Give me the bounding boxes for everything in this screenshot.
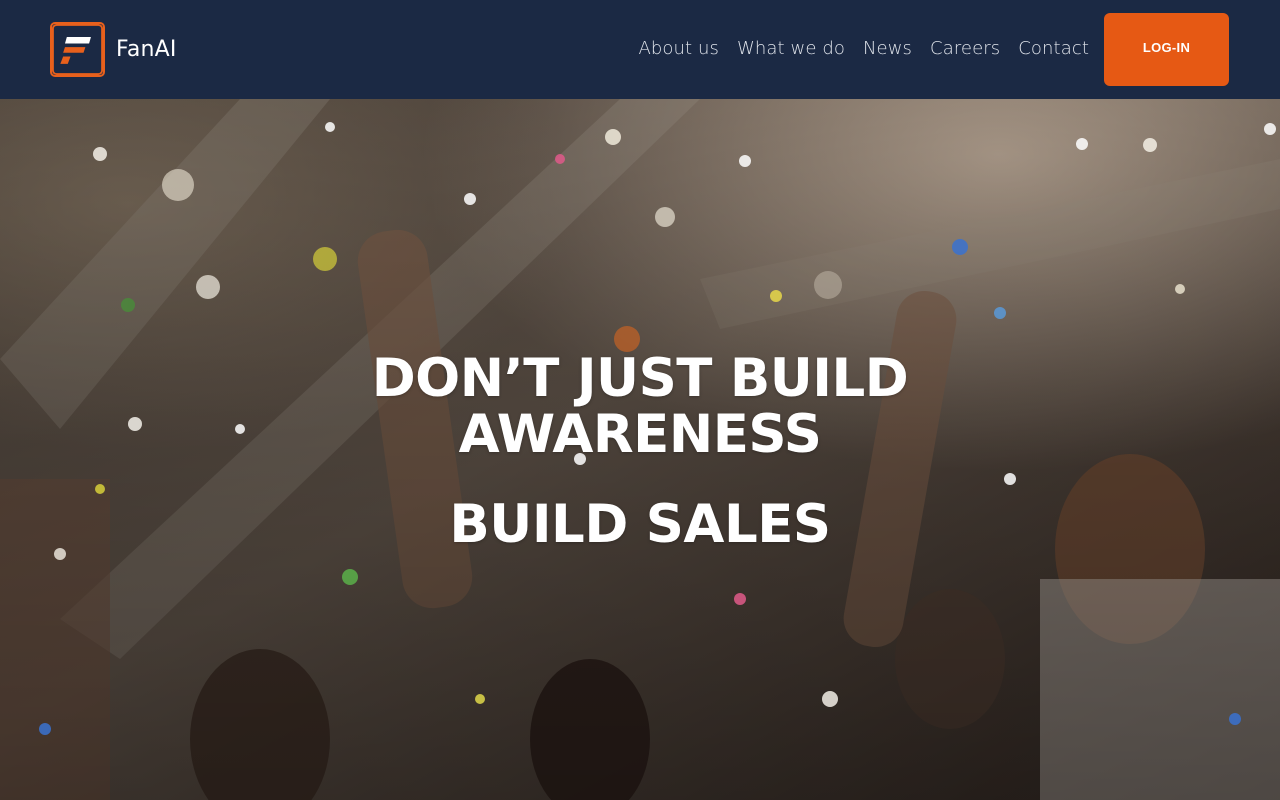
- brand-logo-link[interactable]: FanAI: [50, 22, 177, 77]
- nav-about-us[interactable]: About us: [638, 38, 719, 59]
- nav-careers[interactable]: Careers: [930, 38, 1000, 59]
- hero-section: DON’T JUST BUILD AWARENESS BUILD SALES: [0, 99, 1280, 800]
- nav-news[interactable]: News: [863, 38, 912, 59]
- nav-what-we-do[interactable]: What we do: [737, 38, 845, 59]
- fanai-logo-icon: [50, 22, 105, 77]
- hero-subheadline: BUILD SALES: [449, 494, 831, 555]
- site-header: FanAI About us What we do News Careers C…: [0, 0, 1280, 99]
- brand-name: FanAI: [116, 37, 177, 62]
- main-nav: About us What we do News Careers Contact: [620, 38, 1089, 59]
- hero-headline-line1: DON’T JUST BUILD: [371, 348, 909, 409]
- hero-headline-line2: AWARENESS: [458, 404, 822, 465]
- nav-contact[interactable]: Contact: [1018, 38, 1089, 59]
- hero-headline: DON’T JUST BUILD AWARENESS: [0, 351, 1280, 463]
- login-button[interactable]: LOG-IN: [1104, 13, 1229, 86]
